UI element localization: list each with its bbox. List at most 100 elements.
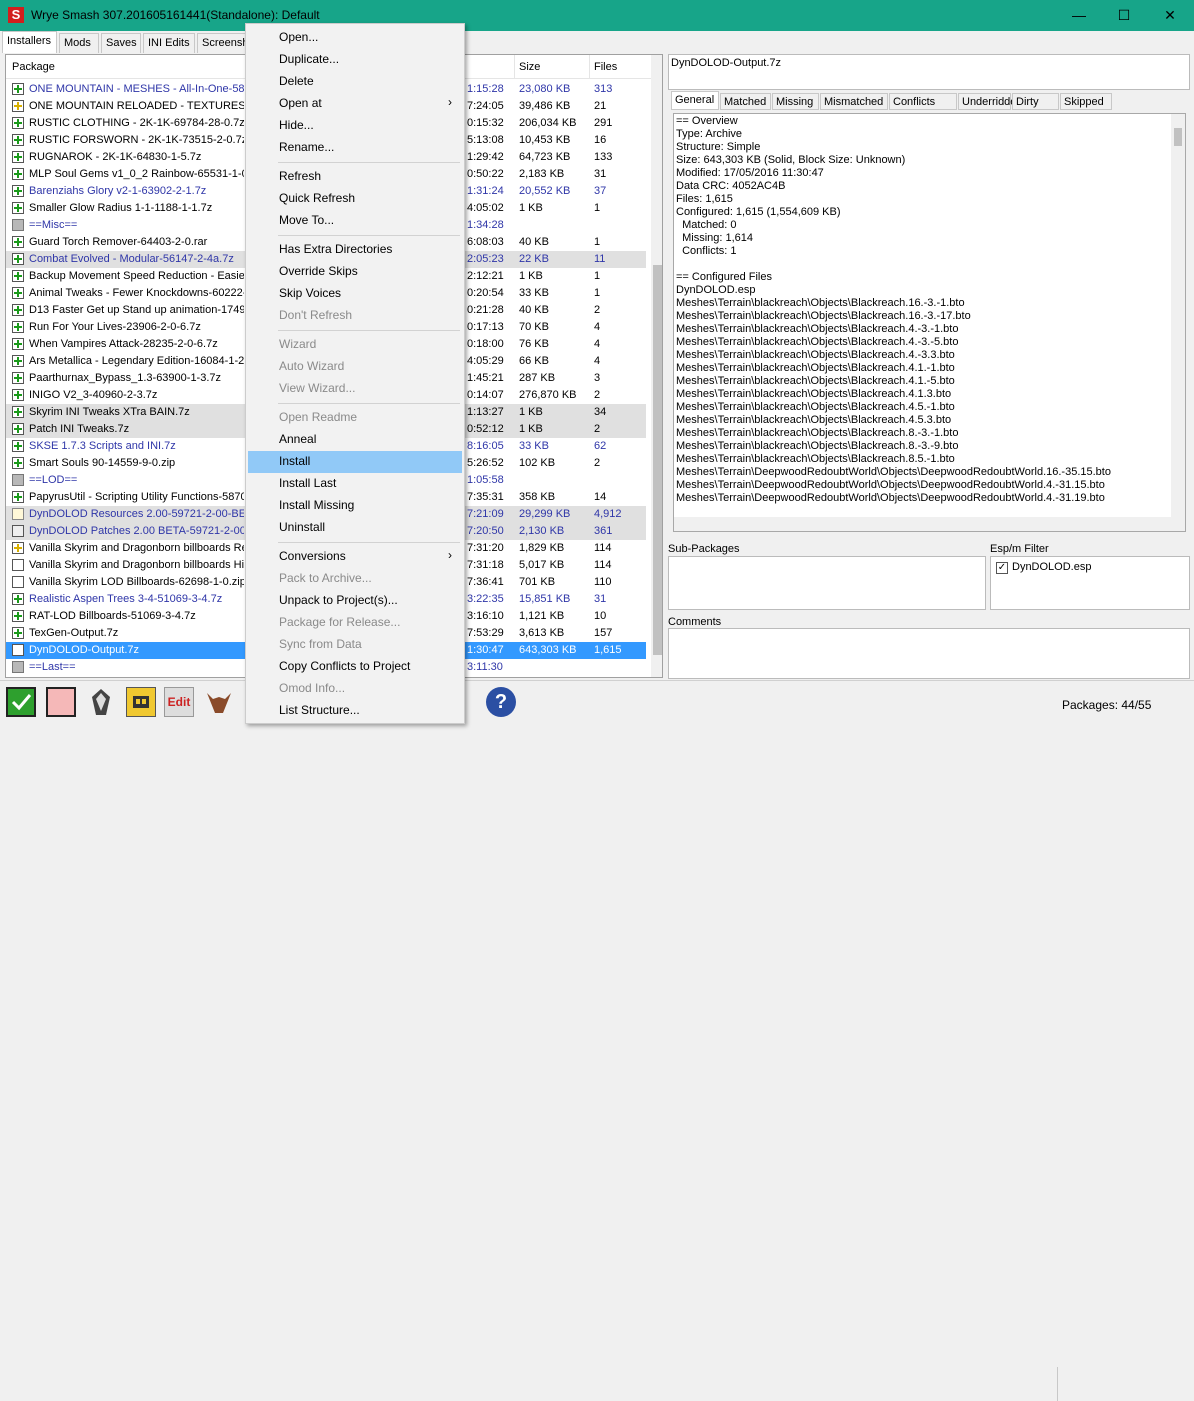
tab-mismatched[interactable]: Mismatched <box>820 93 888 110</box>
menu-item-hide[interactable]: Hide... <box>248 115 462 137</box>
install-status-icon[interactable] <box>12 134 24 146</box>
tab-saves[interactable]: Saves <box>101 33 141 53</box>
install-status-icon[interactable] <box>12 83 24 95</box>
install-status-icon[interactable] <box>12 491 24 503</box>
list-scrollbar[interactable] <box>651 55 662 677</box>
install-status-icon[interactable] <box>12 474 24 486</box>
menu-item-open-at[interactable]: Open at › <box>248 93 462 115</box>
install-status-icon[interactable] <box>12 406 24 418</box>
install-status-icon[interactable] <box>12 508 24 520</box>
menu-item-install-last[interactable]: Install Last <box>248 473 462 495</box>
column-header-size[interactable]: Size <box>519 61 540 73</box>
install-status-icon[interactable] <box>12 440 24 452</box>
menu-item-don-t-refresh[interactable]: Don't Refresh <box>248 305 462 327</box>
uncheck-all-icon[interactable] <box>46 687 76 717</box>
menu-item-package-for-release[interactable]: Package for Release... <box>248 612 462 634</box>
menu-item-list-structure[interactable]: List Structure... <box>248 700 462 722</box>
install-status-icon[interactable] <box>12 610 24 622</box>
tab-dirty[interactable]: Dirty <box>1012 93 1059 110</box>
edit-icon[interactable]: Edit <box>164 687 194 717</box>
menu-item-pack-to-archive[interactable]: Pack to Archive... <box>248 568 462 590</box>
install-status-icon[interactable] <box>12 168 24 180</box>
menu-item-move-to[interactable]: Move To... <box>248 210 462 232</box>
help-icon[interactable]: ? <box>486 687 516 717</box>
close-icon[interactable]: ✕ <box>1147 0 1193 31</box>
menu-item-install[interactable]: Install <box>248 451 462 473</box>
install-status-icon[interactable] <box>12 100 24 112</box>
install-status-icon[interactable] <box>12 287 24 299</box>
minimize-icon[interactable]: — <box>1056 0 1102 31</box>
menu-item-quick-refresh[interactable]: Quick Refresh <box>248 188 462 210</box>
tab-underridden[interactable]: Underridden <box>958 93 1023 110</box>
menu-item-view-wizard[interactable]: View Wizard... <box>248 378 462 400</box>
install-status-icon[interactable] <box>12 304 24 316</box>
menu-item-install-missing[interactable]: Install Missing <box>248 495 462 517</box>
comments-field[interactable] <box>668 628 1190 679</box>
menu-item-has-extra-directories[interactable]: Has Extra Directories <box>248 239 462 261</box>
menu-item-omod-info[interactable]: Omod Info... <box>248 678 462 700</box>
scrollbar-thumb[interactable] <box>653 265 662 655</box>
maximize-icon[interactable]: ☐ <box>1101 0 1147 31</box>
menu-item-duplicate[interactable]: Duplicate... <box>248 49 462 71</box>
install-status-icon[interactable] <box>12 202 24 214</box>
menu-item-wizard[interactable]: Wizard <box>248 334 462 356</box>
install-status-icon[interactable] <box>12 525 24 537</box>
espm-checkbox[interactable]: ✓ <box>996 562 1008 574</box>
espm-item[interactable]: DynDOLOD.esp <box>1012 561 1091 573</box>
install-status-icon[interactable] <box>12 355 24 367</box>
tab-conflicts[interactable]: Conflicts <box>889 93 957 110</box>
menu-item-sync-from-data[interactable]: Sync from Data <box>248 634 462 656</box>
install-status-icon[interactable] <box>12 661 24 673</box>
install-status-icon[interactable] <box>12 644 24 656</box>
install-status-icon[interactable] <box>12 542 24 554</box>
install-status-icon[interactable] <box>12 372 24 384</box>
tab-matched[interactable]: Matched <box>720 93 771 110</box>
tab-screensh[interactable]: Screensh <box>197 33 247 53</box>
skyrim-launcher-icon[interactable] <box>86 687 116 717</box>
details-scrollbar[interactable] <box>1171 114 1185 517</box>
install-status-icon[interactable] <box>12 321 24 333</box>
check-all-icon[interactable] <box>6 687 36 717</box>
install-status-icon[interactable] <box>12 457 24 469</box>
install-status-icon[interactable] <box>12 338 24 350</box>
menu-item-delete[interactable]: Delete <box>248 71 462 93</box>
install-status-icon[interactable] <box>12 593 24 605</box>
menu-item-open-readme[interactable]: Open Readme <box>248 407 462 429</box>
menu-item-refresh[interactable]: Refresh <box>248 166 462 188</box>
install-status-icon[interactable] <box>12 270 24 282</box>
install-status-icon[interactable] <box>12 576 24 588</box>
install-status-icon[interactable] <box>12 389 24 401</box>
tab-missing[interactable]: Missing <box>772 93 819 110</box>
install-status-icon[interactable] <box>12 219 24 231</box>
install-status-icon[interactable] <box>12 253 24 265</box>
creature-icon[interactable] <box>203 687 233 717</box>
column-header-package[interactable]: Package <box>12 61 55 73</box>
menu-item-skip-voices[interactable]: Skip Voices <box>248 283 462 305</box>
tab-mods[interactable]: Mods <box>59 33 99 53</box>
tab-ini-edits[interactable]: INI Edits <box>143 33 195 53</box>
menu-item-open[interactable]: Open... <box>248 27 462 49</box>
menu-item-copy-conflicts-to-project[interactable]: Copy Conflicts to Project <box>248 656 462 678</box>
menu-item-unpack-to-project-s[interactable]: Unpack to Project(s)... <box>248 590 462 612</box>
column-header-files[interactable]: Files <box>594 61 617 73</box>
menu-item-conversions[interactable]: Conversions › <box>248 546 462 568</box>
subpackages-list[interactable] <box>668 556 986 610</box>
install-status-icon[interactable] <box>12 559 24 571</box>
tab-skipped[interactable]: Skipped <box>1060 93 1112 110</box>
install-status-icon[interactable] <box>12 236 24 248</box>
install-status-icon[interactable] <box>12 151 24 163</box>
tab-installers[interactable]: Installers <box>2 31 57 53</box>
install-status-icon[interactable] <box>12 117 24 129</box>
menu-item-uninstall[interactable]: Uninstall <box>248 517 462 539</box>
espm-filter-list[interactable]: ✓ DynDOLOD.esp <box>990 556 1190 610</box>
menu-item-anneal[interactable]: Anneal <box>248 429 462 451</box>
details-hscrollbar[interactable] <box>674 517 1185 531</box>
install-status-icon[interactable] <box>12 185 24 197</box>
details-text[interactable]: == Overview Type: Archive Structure: Simpl… <box>673 113 1186 532</box>
tab-general[interactable]: General <box>671 91 719 110</box>
mod-organizer-icon[interactable] <box>126 687 156 717</box>
package-name-field[interactable]: DynDOLOD-Output.7z <box>668 54 1190 90</box>
menu-item-rename[interactable]: Rename... <box>248 137 462 159</box>
menu-item-auto-wizard[interactable]: Auto Wizard <box>248 356 462 378</box>
menu-item-override-skips[interactable]: Override Skips <box>248 261 462 283</box>
